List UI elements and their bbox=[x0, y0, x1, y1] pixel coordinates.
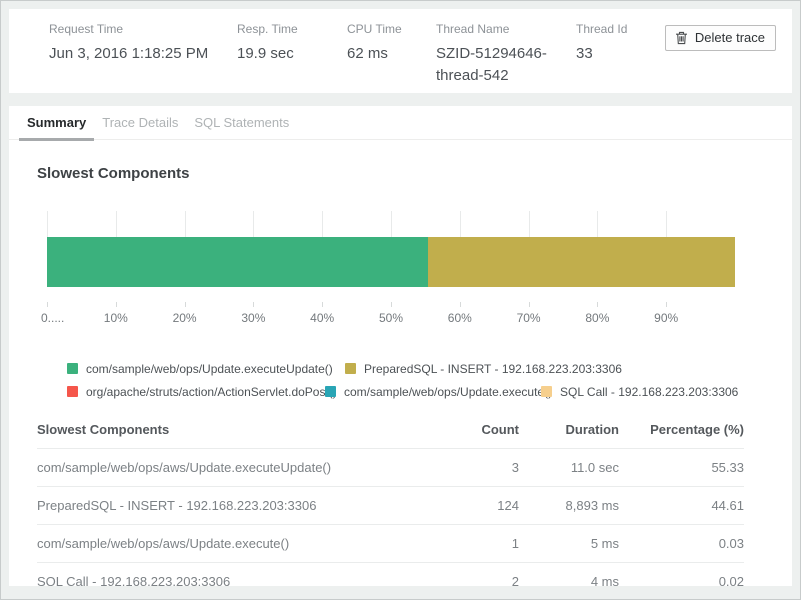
cell-component: com/sample/web/ops/aws/Update.executeUpd… bbox=[37, 460, 429, 475]
tick-label-60: 60% bbox=[448, 311, 472, 325]
legend-item-actionservlet-dopost[interactable]: org/apache/struts/action/ActionServlet.d… bbox=[67, 385, 325, 399]
tick-label-80: 80% bbox=[585, 311, 609, 325]
axis-tick bbox=[253, 302, 254, 307]
tab-bar: Summary Trace Details SQL Statements bbox=[9, 106, 792, 140]
cell-percentage: 44.61 bbox=[619, 498, 744, 513]
legend-swatch-peach bbox=[541, 386, 552, 397]
axis-tick bbox=[322, 302, 323, 307]
tick-label-20: 20% bbox=[173, 311, 197, 325]
tick-label-30: 30% bbox=[241, 311, 265, 325]
bar-segment-preparedsql-insert[interactable] bbox=[428, 237, 735, 287]
tab-sql-statements[interactable]: SQL Statements bbox=[186, 106, 297, 141]
tick-label-50: 50% bbox=[379, 311, 403, 325]
cpu-time-value: 62 ms bbox=[347, 43, 436, 65]
axis-tick bbox=[391, 302, 392, 307]
header-duration: Duration bbox=[519, 422, 619, 437]
field-thread-name: Thread Name SZID-51294646-thread-542 bbox=[436, 22, 576, 93]
summary-tab-content: Slowest Components bbox=[9, 140, 792, 586]
field-resp-time: Resp. Time 19.9 sec bbox=[237, 22, 347, 93]
table-row: com/sample/web/ops/aws/Update.executeUpd… bbox=[37, 448, 744, 486]
axis-tick bbox=[597, 302, 598, 307]
cell-percentage: 55.33 bbox=[619, 460, 744, 475]
axis-tick bbox=[185, 302, 186, 307]
thread-id-label: Thread Id bbox=[576, 22, 636, 36]
axis-tick bbox=[666, 302, 667, 307]
axis-tick bbox=[47, 302, 48, 307]
request-time-label: Request Time bbox=[49, 22, 237, 36]
trace-view-page: Request Time Jun 3, 2016 1:18:25 PM Resp… bbox=[0, 0, 801, 600]
cell-duration: 11.0 sec bbox=[519, 460, 619, 475]
tab-summary[interactable]: Summary bbox=[19, 106, 94, 141]
cell-count: 124 bbox=[429, 498, 519, 513]
cell-percentage: 0.02 bbox=[619, 574, 744, 586]
axis-tick bbox=[529, 302, 530, 307]
table-row: PreparedSQL - INSERT - 192.168.223.203:3… bbox=[37, 486, 744, 524]
delete-trace-label: Delete trace bbox=[695, 30, 765, 45]
resp-time-label: Resp. Time bbox=[237, 22, 347, 36]
cell-count: 2 bbox=[429, 574, 519, 586]
field-request-time: Request Time Jun 3, 2016 1:18:25 PM bbox=[49, 22, 237, 93]
thread-id-value: 33 bbox=[576, 43, 636, 65]
legend-item-sql-call[interactable]: SQL Call - 192.168.223.203:3306 bbox=[541, 385, 738, 399]
cell-component: PreparedSQL - INSERT - 192.168.223.203:3… bbox=[37, 498, 429, 513]
legend-item-preparedsql-insert[interactable]: PreparedSQL - INSERT - 192.168.223.203:3… bbox=[345, 362, 622, 376]
table-header-row: Slowest Components Count Duration Percen… bbox=[37, 413, 744, 448]
tick-label-70: 70% bbox=[517, 311, 541, 325]
cell-count: 1 bbox=[429, 536, 519, 551]
bar-segment-executeUpdate[interactable] bbox=[47, 237, 428, 287]
slowest-components-chart: 0..... 10% 20% 30% 40% 50% 60% 70% 80% 9… bbox=[37, 211, 764, 327]
header-count: Count bbox=[429, 422, 519, 437]
x-axis-labels: 0..... 10% 20% 30% 40% 50% 60% 70% 80% 9… bbox=[47, 311, 735, 327]
request-time-value: Jun 3, 2016 1:18:25 PM bbox=[49, 43, 237, 65]
resp-time-value: 19.9 sec bbox=[237, 43, 347, 65]
cell-percentage: 0.03 bbox=[619, 536, 744, 551]
cpu-time-label: CPU Time bbox=[347, 22, 436, 36]
legend-row: com/sample/web/ops/Update.executeUpdate(… bbox=[67, 357, 764, 380]
legend-swatch-olive bbox=[345, 363, 356, 374]
table-row: SQL Call - 192.168.223.203:3306 2 4 ms 0… bbox=[37, 562, 744, 586]
cell-duration: 8,893 ms bbox=[519, 498, 619, 513]
tab-trace-details[interactable]: Trace Details bbox=[94, 106, 186, 141]
section-title-slowest-components: Slowest Components bbox=[37, 165, 764, 183]
legend-label: com/sample/web/ops/Update.executeUpdate(… bbox=[86, 362, 333, 376]
field-cpu-time: CPU Time 62 ms bbox=[347, 22, 436, 93]
legend-label: com/sample/web/ops/Update.execute() bbox=[344, 385, 552, 399]
legend-item-execute[interactable]: com/sample/web/ops/Update.execute() bbox=[325, 385, 541, 399]
trash-icon bbox=[675, 31, 688, 45]
table-row: com/sample/web/ops/aws/Update.execute() … bbox=[37, 524, 744, 562]
tick-label-0: 0..... bbox=[41, 311, 64, 325]
cell-count: 3 bbox=[429, 460, 519, 475]
legend-label: SQL Call - 192.168.223.203:3306 bbox=[560, 385, 738, 399]
legend-item-executeUpdate[interactable]: com/sample/web/ops/Update.executeUpdate(… bbox=[67, 362, 345, 376]
tick-label-10: 10% bbox=[104, 311, 128, 325]
cell-duration: 5 ms bbox=[519, 536, 619, 551]
header-slowest-components: Slowest Components bbox=[37, 422, 429, 437]
stacked-bar bbox=[47, 237, 735, 287]
slowest-components-table: Slowest Components Count Duration Percen… bbox=[37, 413, 764, 586]
legend-swatch-green bbox=[67, 363, 78, 374]
legend-row: org/apache/struts/action/ActionServlet.d… bbox=[67, 380, 764, 403]
legend-swatch-teal bbox=[325, 386, 336, 397]
trace-detail-card: Summary Trace Details SQL Statements Slo… bbox=[9, 106, 792, 586]
header-percentage: Percentage (%) bbox=[619, 422, 744, 437]
delete-trace-button[interactable]: Delete trace bbox=[665, 25, 776, 51]
cell-component: com/sample/web/ops/aws/Update.execute() bbox=[37, 536, 429, 551]
cell-duration: 4 ms bbox=[519, 574, 619, 586]
legend-swatch-red bbox=[67, 386, 78, 397]
axis-tick bbox=[460, 302, 461, 307]
field-thread-id: Thread Id 33 bbox=[576, 22, 636, 93]
trace-info-card: Request Time Jun 3, 2016 1:18:25 PM Resp… bbox=[9, 9, 792, 93]
chart-plot-area bbox=[47, 211, 735, 307]
legend-label: PreparedSQL - INSERT - 192.168.223.203:3… bbox=[364, 362, 622, 376]
cell-component: SQL Call - 192.168.223.203:3306 bbox=[37, 574, 429, 586]
axis-tick bbox=[116, 302, 117, 307]
legend-label: org/apache/struts/action/ActionServlet.d… bbox=[86, 385, 337, 399]
tick-label-40: 40% bbox=[310, 311, 334, 325]
thread-name-value: SZID-51294646-thread-542 bbox=[436, 43, 554, 87]
chart-legend: com/sample/web/ops/Update.executeUpdate(… bbox=[37, 357, 764, 403]
tick-label-90: 90% bbox=[654, 311, 678, 325]
thread-name-label: Thread Name bbox=[436, 22, 576, 36]
